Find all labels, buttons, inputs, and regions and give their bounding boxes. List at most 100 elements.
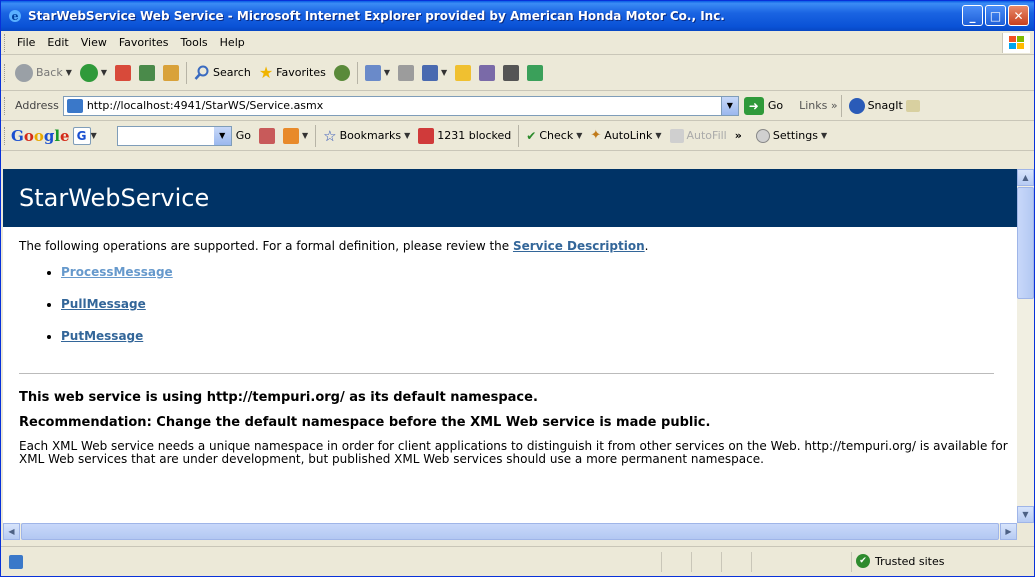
people-button[interactable]: [523, 63, 547, 83]
google-search-dropdown-icon[interactable]: ▼: [213, 126, 231, 145]
bookmarks-label: Bookmarks: [339, 129, 402, 142]
recommendation-heading: Recommendation: Change the default names…: [19, 415, 711, 430]
folder-icon: [455, 64, 472, 81]
history-button[interactable]: [330, 63, 354, 83]
search-button[interactable]: Search: [190, 63, 255, 83]
settings-label: Settings: [772, 129, 818, 142]
search-icon: [194, 65, 209, 80]
messenger-button[interactable]: [499, 63, 523, 83]
operation-link-processmessage[interactable]: ProcessMessage: [61, 265, 173, 279]
scroll-up-icon[interactable]: ▲: [1017, 169, 1034, 186]
discuss-button[interactable]: [451, 63, 475, 83]
mail-button[interactable]: ▼: [361, 63, 394, 83]
scroll-left-icon[interactable]: ◀: [3, 523, 20, 540]
snagit-button[interactable]: SnagIt: [845, 96, 924, 116]
menu-favorites[interactable]: Favorites: [113, 34, 175, 51]
forward-button[interactable]: ▼: [76, 62, 111, 84]
chevron-down-icon[interactable]: ▼: [302, 131, 308, 140]
bookmarks-button[interactable]: ☆ Bookmarks ▼: [319, 125, 414, 147]
check-label: Check: [539, 129, 574, 142]
grid-icon: [503, 64, 520, 81]
autofill-button[interactable]: AutoFill: [666, 127, 731, 145]
favorites-button[interactable]: ★ Favorites: [255, 61, 330, 84]
back-button[interactable]: Back ▼: [11, 62, 76, 84]
bookmark-star-icon: ☆: [323, 126, 337, 145]
chevron-down-icon[interactable]: ▼: [655, 131, 661, 140]
go-button[interactable]: ➜ Go: [743, 96, 783, 115]
toolbar-grip[interactable]: [4, 33, 7, 52]
toolbar-grip[interactable]: [4, 63, 7, 82]
google-logo[interactable]: Google: [11, 127, 70, 145]
autofill-icon: [669, 128, 684, 143]
google-menu-icon[interactable]: G: [72, 126, 91, 145]
google-go-button[interactable]: Go: [232, 127, 255, 144]
google-search-input[interactable]: ▼: [116, 125, 232, 146]
overflow-chevron-icon[interactable]: »: [735, 129, 742, 142]
google-toolbar: Google G ▼ ▼ Go ▼ ☆ Bookmarks ▼ 1231 blo…: [1, 121, 1034, 151]
links-button[interactable]: Links »: [799, 99, 838, 112]
service-description-link[interactable]: Service Description: [513, 239, 645, 253]
menu-file[interactable]: File: [11, 34, 41, 51]
puzzle-icon: [283, 127, 300, 144]
page-icon: [66, 98, 83, 113]
chevron-down-icon[interactable]: ▼: [821, 131, 827, 140]
google-blogger-button[interactable]: ▼: [279, 126, 312, 146]
autolink-label: AutoLink: [604, 129, 653, 142]
research-button[interactable]: [475, 63, 499, 83]
maximize-button[interactable]: □: [985, 5, 1006, 26]
toolbar-grip[interactable]: [4, 96, 7, 115]
home-button[interactable]: [159, 63, 183, 83]
menu-view[interactable]: View: [75, 34, 113, 51]
minimize-button[interactable]: _: [962, 5, 983, 26]
chevron-down-icon[interactable]: ▼: [91, 131, 97, 140]
menu-help[interactable]: Help: [214, 34, 251, 51]
refresh-button[interactable]: [135, 63, 159, 83]
operation-link-putmessage[interactable]: PutMessage: [61, 329, 143, 343]
horizontal-scrollbar[interactable]: ◀ ▶: [3, 523, 1017, 540]
vertical-scrollbar[interactable]: ▲ ▼: [1017, 169, 1034, 523]
snagit-capture-icon[interactable]: [905, 99, 920, 112]
spell-check-button[interactable]: ✔ Check ▼: [522, 127, 586, 145]
autolink-wand-icon: ✦: [590, 128, 602, 143]
address-label: Address: [15, 99, 59, 112]
refresh-icon: [139, 64, 156, 81]
chevron-down-icon[interactable]: ▼: [384, 68, 390, 77]
page-viewport: StarWebService The following operations …: [3, 169, 1017, 523]
edit-button[interactable]: ▼: [418, 63, 451, 83]
menu-edit[interactable]: Edit: [41, 34, 74, 51]
popup-blocker-button[interactable]: 1231 blocked: [414, 126, 515, 146]
chevron-down-icon[interactable]: ▼: [441, 68, 447, 77]
chevron-down-icon[interactable]: ▼: [576, 131, 582, 140]
print-button[interactable]: [394, 63, 418, 83]
scroll-right-icon[interactable]: ▶: [1000, 523, 1017, 540]
chevron-down-icon[interactable]: ▼: [404, 131, 410, 140]
stop-icon: [115, 64, 132, 81]
chevron-down-icon[interactable]: ▼: [101, 68, 107, 77]
google-news-button[interactable]: [255, 126, 279, 146]
list-item: PutMessage: [61, 329, 1009, 343]
google-settings-button[interactable]: Settings ▼: [752, 127, 831, 145]
toolbar-separator: [518, 124, 520, 147]
operation-link-pullmessage[interactable]: PullMessage: [61, 297, 146, 311]
horizontal-scroll-thumb[interactable]: [21, 523, 999, 540]
stop-button[interactable]: [111, 63, 135, 83]
address-input[interactable]: http://localhost:4941/StarWS/Service.asm…: [62, 95, 739, 116]
menu-tools[interactable]: Tools: [175, 34, 214, 51]
address-dropdown-icon[interactable]: ▼: [720, 96, 738, 115]
favorites-label: Favorites: [276, 66, 326, 79]
window-title: StarWebService Web Service - Microsoft I…: [28, 9, 725, 23]
links-label: Links: [799, 99, 828, 112]
toolbar-grip[interactable]: [4, 126, 7, 145]
ie-logo-icon: e: [9, 10, 21, 23]
search-label: Search: [213, 66, 251, 79]
vertical-scroll-thumb[interactable]: [1017, 187, 1034, 299]
zone-label: Trusted sites: [875, 554, 945, 568]
scroll-down-icon[interactable]: ▼: [1017, 506, 1034, 523]
status-pane-divider: [751, 552, 752, 572]
security-zone[interactable]: ✔ Trusted sites: [856, 554, 945, 568]
title-bar[interactable]: e StarWebService Web Service - Microsoft…: [1, 1, 1034, 31]
close-button[interactable]: ✕: [1008, 5, 1029, 26]
chevron-down-icon[interactable]: ▼: [66, 68, 72, 77]
operations-list: ProcessMessage PullMessage PutMessage: [19, 265, 1009, 343]
autolink-button[interactable]: ✦ AutoLink ▼: [586, 126, 665, 145]
